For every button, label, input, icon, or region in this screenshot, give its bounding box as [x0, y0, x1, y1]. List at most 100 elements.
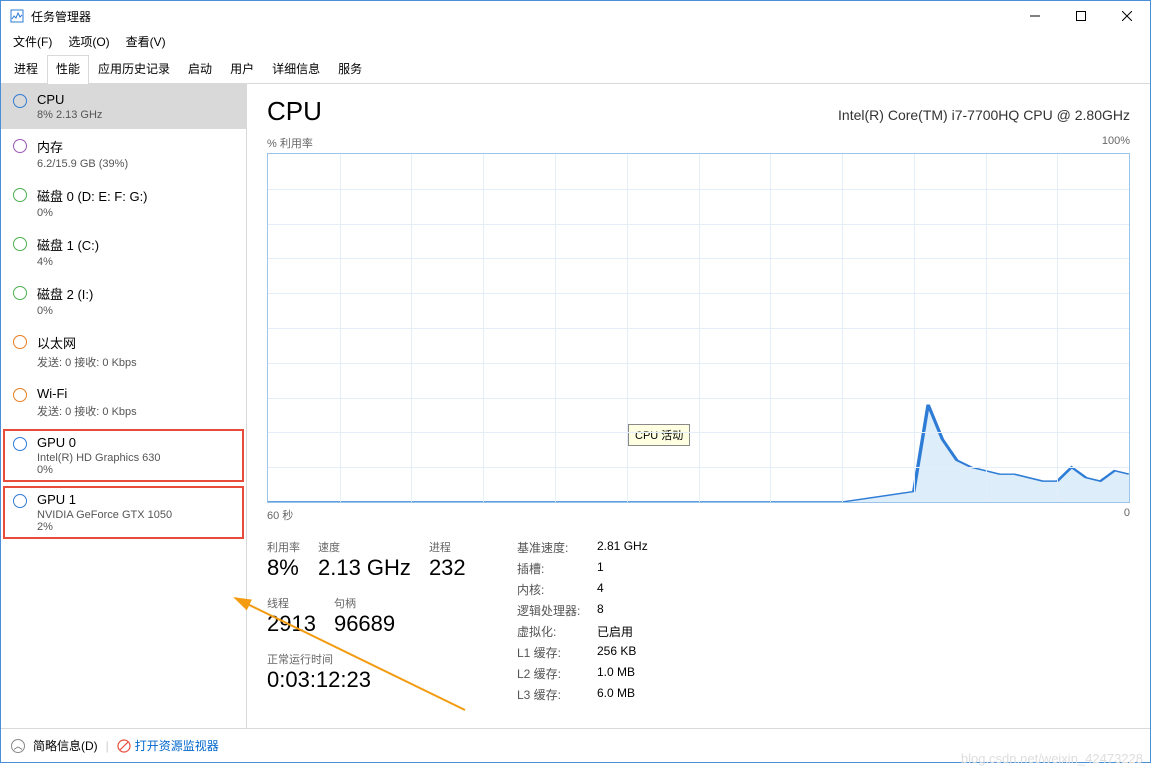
stat-value: 0:03:12:23	[267, 667, 467, 693]
watermark: blog.csdn.net/weixin_42473228	[961, 751, 1143, 766]
stat-value: 8%	[267, 555, 300, 581]
status-ring-icon	[13, 437, 27, 451]
tab-4[interactable]: 用户	[221, 55, 263, 83]
stat-value: 2.13 GHz	[318, 555, 411, 581]
tab-5[interactable]: 详细信息	[263, 55, 329, 83]
sidebar-item-sub: 8% 2.13 GHz	[37, 109, 102, 121]
sidebar-item-name: Wi-Fi	[37, 386, 137, 401]
cpu-chart[interactable]: CPU 活动	[267, 153, 1130, 503]
task-manager-window: 任务管理器 文件(F) 选项(O) 查看(V) 进程性能应用历史记录启动用户详细…	[0, 0, 1151, 763]
menu-file[interactable]: 文件(F)	[5, 31, 60, 53]
sidebar-item-name: 磁盘 0 (D: E: F: G:)	[37, 186, 148, 205]
tab-1[interactable]: 性能	[47, 55, 89, 83]
chart-ylabel: % 利用率	[267, 135, 313, 151]
sidebar-item-sub: 4%	[37, 256, 99, 268]
sidebar-item-sub: Intel(R) HD Graphics 630 0%	[37, 452, 161, 476]
detail-value: 256 KB	[597, 644, 636, 661]
sidebar-item-8[interactable]: GPU 1 NVIDIA GeForce GTX 1050 2%	[1, 484, 246, 541]
stat-value: 232	[429, 555, 466, 581]
sidebar-item-sub: 发送: 0 接收: 0 Kbps	[37, 354, 137, 370]
monitor-icon	[117, 739, 131, 753]
sidebar-item-2[interactable]: 磁盘 0 (D: E: F: G:) 0%	[1, 178, 246, 227]
app-icon	[9, 8, 25, 24]
detail-key: 插槽:	[517, 560, 597, 577]
stat-0: 利用率8%	[267, 539, 300, 585]
stats-left: 利用率8% 速度2.13 GHz 进程232 线程2913 句柄96689 正常运行时间0…	[267, 539, 467, 707]
status-ring-icon	[13, 388, 27, 402]
titlebar: 任务管理器	[1, 1, 1150, 31]
sidebar-item-4[interactable]: 磁盘 2 (I:)0%	[1, 276, 246, 325]
detail-row-0: 基准速度:2.81 GHz	[517, 539, 648, 556]
detail-key: 基准速度:	[517, 539, 597, 556]
stat-label: 线程	[267, 595, 316, 611]
stat-label: 利用率	[267, 539, 300, 555]
sidebar-item-name: CPU	[37, 92, 102, 107]
sidebar-item-6[interactable]: Wi-Fi发送: 0 接收: 0 Kbps	[1, 378, 246, 427]
maximize-button[interactable]	[1058, 1, 1104, 31]
status-ring-icon	[13, 237, 27, 251]
sidebar-item-name: 以太网	[37, 333, 137, 352]
cpu-model: Intel(R) Core(TM) i7-7700HQ CPU @ 2.80GH…	[838, 107, 1130, 123]
page-title: CPU	[267, 96, 322, 127]
sidebar-item-sub: 6.2/15.9 GB (39%)	[37, 158, 128, 170]
status-ring-icon	[13, 494, 27, 508]
sidebar-item-sub: 0%	[37, 207, 148, 219]
detail-key: 虚拟化:	[517, 623, 597, 640]
detail-value: 已启用	[597, 623, 633, 640]
chevron-up-icon[interactable]: ︿	[11, 739, 25, 753]
chart-xleft: 60 秒	[267, 507, 293, 523]
status-ring-icon	[13, 188, 27, 202]
status-ring-icon	[13, 94, 27, 108]
sidebar-item-5[interactable]: 以太网发送: 0 接收: 0 Kbps	[1, 325, 246, 378]
sidebar-item-sub: NVIDIA GeForce GTX 1050 2%	[37, 509, 172, 533]
tab-3[interactable]: 启动	[179, 55, 221, 83]
resource-monitor-link[interactable]: 打开资源监视器	[117, 737, 219, 754]
stat-value: 2913	[267, 611, 316, 637]
detail-row-1: 插槽:1	[517, 560, 648, 577]
detail-row-6: L2 缓存:1.0 MB	[517, 665, 648, 682]
stat-1: 速度2.13 GHz	[318, 539, 411, 585]
stat-label: 正常运行时间	[267, 651, 467, 667]
sidebar-item-0[interactable]: CPU 8% 2.13 GHz	[1, 84, 246, 129]
detail-key: 逻辑处理器:	[517, 602, 597, 619]
close-button[interactable]	[1104, 1, 1150, 31]
stat-value: 96689	[334, 611, 395, 637]
sidebar-item-3[interactable]: 磁盘 1 (C:) 4%	[1, 227, 246, 276]
menu-options[interactable]: 选项(O)	[60, 31, 117, 53]
stat-label: 句柄	[334, 595, 395, 611]
detail-value: 1.0 MB	[597, 665, 635, 682]
status-ring-icon	[13, 286, 27, 300]
stat-label: 进程	[429, 539, 466, 555]
detail-key: L3 缓存:	[517, 686, 597, 703]
detail-value: 8	[597, 602, 604, 619]
sidebar-item-name: 磁盘 1 (C:)	[37, 235, 99, 254]
detail-row-2: 内核:4	[517, 581, 648, 598]
stat-2: 进程232	[429, 539, 466, 585]
tabbar: 进程性能应用历史记录启动用户详细信息服务	[1, 55, 1150, 84]
chart-tooltip: CPU 活动	[628, 424, 690, 446]
sidebar-item-name: 内存	[37, 137, 128, 156]
detail-row-4: 虚拟化:已启用	[517, 623, 648, 640]
detail-value: 2.81 GHz	[597, 539, 648, 556]
detail-key: L2 缓存:	[517, 665, 597, 682]
detail-value: 4	[597, 581, 604, 598]
detail-value: 6.0 MB	[597, 686, 635, 703]
minimize-button[interactable]	[1012, 1, 1058, 31]
stat-4: 句柄96689	[334, 595, 395, 641]
sidebar-item-name: GPU 1	[37, 492, 172, 507]
menu-view[interactable]: 查看(V)	[118, 31, 174, 53]
brief-info-link[interactable]: 简略信息(D)	[33, 737, 98, 754]
detail-key: L1 缓存:	[517, 644, 597, 661]
detail-key: 内核:	[517, 581, 597, 598]
tab-0[interactable]: 进程	[5, 55, 47, 83]
status-ring-icon	[13, 335, 27, 349]
sidebar-item-1[interactable]: 内存 6.2/15.9 GB (39%)	[1, 129, 246, 178]
tab-2[interactable]: 应用历史记录	[89, 55, 179, 83]
stat-3: 线程2913	[267, 595, 316, 641]
detail-row-3: 逻辑处理器:8	[517, 602, 648, 619]
tab-6[interactable]: 服务	[329, 55, 371, 83]
chart-ymax: 100%	[1102, 135, 1130, 151]
status-ring-icon	[13, 139, 27, 153]
sidebar-item-7[interactable]: GPU 0Intel(R) HD Graphics 630 0%	[1, 427, 246, 484]
detail-row-7: L3 缓存:6.0 MB	[517, 686, 648, 703]
